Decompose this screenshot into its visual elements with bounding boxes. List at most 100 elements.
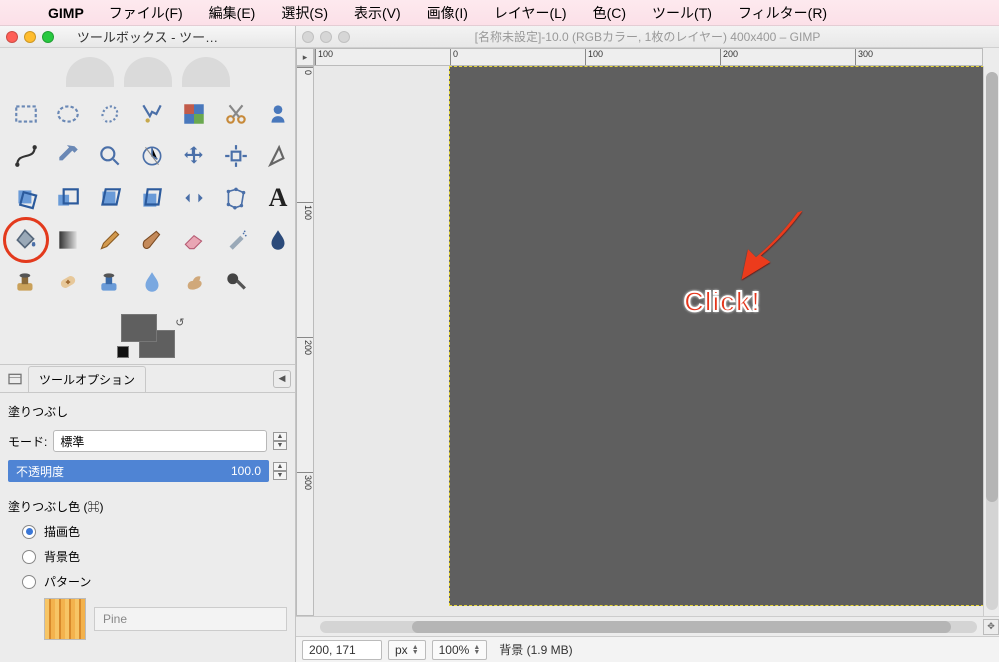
menu-file[interactable]: ファイル(F) bbox=[96, 3, 196, 23]
tool-header-decoration bbox=[0, 48, 295, 90]
tool-pencil[interactable] bbox=[90, 220, 130, 260]
zoom-select[interactable]: 100% ▲▼ bbox=[432, 640, 488, 660]
tool-crop[interactable] bbox=[258, 136, 298, 176]
tab-menu-icon[interactable]: ◀ bbox=[273, 370, 291, 388]
tool-paths[interactable] bbox=[6, 136, 46, 176]
tool-options-pane: ツールオプション ◀ 塗りつぶし モード: 標準 ▲▼ 不透明度 100.0 bbox=[0, 364, 295, 662]
tool-options-tab[interactable]: ツールオプション bbox=[28, 366, 146, 392]
tool-ellipse-select[interactable] bbox=[48, 94, 88, 134]
radio-fg-color[interactable]: 描画色 bbox=[8, 519, 287, 544]
toolbox-title: ツールボックス - ツー… bbox=[77, 27, 218, 46]
radio-bg-label: 背景色 bbox=[44, 548, 80, 565]
canvas-viewport[interactable]: Click! bbox=[314, 66, 983, 616]
tool-airbrush[interactable] bbox=[216, 220, 256, 260]
close-icon[interactable] bbox=[6, 31, 18, 43]
menubar-app-name[interactable]: GIMP bbox=[36, 5, 96, 21]
minimize-icon[interactable] bbox=[24, 31, 36, 43]
mode-label: モード: bbox=[8, 433, 47, 450]
tool-fuzzy-select[interactable] bbox=[132, 94, 172, 134]
tool-grid: A bbox=[0, 90, 295, 308]
tool-dodge[interactable] bbox=[216, 262, 256, 302]
tool-move[interactable] bbox=[174, 136, 214, 176]
opacity-slider[interactable]: 不透明度 100.0 bbox=[8, 460, 269, 482]
menu-image[interactable]: 画像(I) bbox=[414, 3, 481, 23]
units-value: px bbox=[395, 643, 408, 657]
mode-stepper[interactable]: ▲▼ bbox=[273, 432, 287, 450]
radio-fg-label: 描画色 bbox=[44, 523, 80, 540]
tool-options-icon[interactable] bbox=[4, 368, 26, 390]
pattern-swatch[interactable] bbox=[44, 598, 86, 640]
image-titlebar[interactable]: [名称未設定]-10.0 (RGBカラー, 1枚のレイヤー) 400x400 –… bbox=[296, 26, 999, 48]
radio-pattern-label: パターン bbox=[44, 573, 91, 590]
menu-layer[interactable]: レイヤー(L) bbox=[481, 3, 580, 23]
canvas[interactable] bbox=[449, 66, 983, 606]
opacity-stepper[interactable]: ▲▼ bbox=[273, 462, 287, 480]
opacity-label: 不透明度 bbox=[16, 463, 64, 480]
tool-perspective[interactable] bbox=[132, 178, 172, 218]
navigation-icon[interactable]: ✥ bbox=[983, 619, 999, 635]
tool-color-picker[interactable] bbox=[48, 136, 88, 176]
menu-tools[interactable]: ツール(T) bbox=[639, 3, 725, 23]
tool-text[interactable]: A bbox=[258, 178, 298, 218]
ruler-origin-icon[interactable]: ▸ bbox=[296, 48, 314, 66]
menu-edit[interactable]: 編集(E) bbox=[196, 3, 269, 23]
tool-perspective-clone[interactable] bbox=[90, 262, 130, 302]
traffic-lights bbox=[6, 31, 54, 43]
menubar: GIMP ファイル(F) 編集(E) 選択(S) 表示(V) 画像(I) レイヤ… bbox=[0, 0, 999, 26]
vertical-ruler[interactable]: 0100200300 bbox=[296, 66, 314, 616]
tool-zoom[interactable] bbox=[90, 136, 130, 176]
menu-filters[interactable]: フィルター(R) bbox=[725, 3, 840, 23]
tool-align[interactable] bbox=[216, 136, 256, 176]
zoom-icon[interactable] bbox=[42, 31, 54, 43]
tool-measure[interactable] bbox=[132, 136, 172, 176]
menu-select[interactable]: 選択(S) bbox=[268, 3, 341, 23]
tool-rectangle-select[interactable] bbox=[6, 94, 46, 134]
traffic-lights bbox=[302, 31, 350, 43]
tool-flip[interactable] bbox=[174, 178, 214, 218]
tool-bucket-fill[interactable] bbox=[6, 220, 46, 260]
tool-by-color-select[interactable] bbox=[174, 94, 214, 134]
horizontal-scrollbar[interactable] bbox=[320, 621, 977, 633]
tool-blend[interactable] bbox=[48, 220, 88, 260]
toolbox-titlebar[interactable]: ツールボックス - ツー… bbox=[0, 26, 295, 48]
radio-icon bbox=[22, 525, 36, 539]
tool-shear[interactable] bbox=[90, 178, 130, 218]
tool-foreground-select[interactable] bbox=[258, 94, 298, 134]
zoom-icon[interactable] bbox=[338, 31, 350, 43]
fill-type-label: 塗りつぶし色 (⌘) bbox=[8, 490, 287, 519]
mode-value: 標準 bbox=[60, 433, 84, 450]
vertical-scrollbar[interactable] bbox=[983, 66, 999, 616]
tool-paintbrush[interactable] bbox=[132, 220, 172, 260]
color-swatches: ↺ bbox=[0, 308, 295, 364]
tool-rotate[interactable] bbox=[6, 178, 46, 218]
menu-view[interactable]: 表示(V) bbox=[341, 3, 414, 23]
horizontal-ruler[interactable]: 1000100200300400 bbox=[314, 48, 983, 66]
radio-icon bbox=[22, 550, 36, 564]
units-select[interactable]: px ▲▼ bbox=[388, 640, 426, 660]
layer-info-text: 背景 (1.9 MB) bbox=[499, 641, 572, 658]
zoom-value: 100% bbox=[439, 643, 470, 657]
tool-eraser[interactable] bbox=[174, 220, 214, 260]
menu-color[interactable]: 色(C) bbox=[580, 3, 639, 23]
minimize-icon[interactable] bbox=[320, 31, 332, 43]
default-colors-icon[interactable] bbox=[117, 346, 129, 358]
tool-scissors[interactable] bbox=[216, 94, 256, 134]
pattern-name-text: Pine bbox=[103, 612, 127, 626]
tool-clone[interactable] bbox=[6, 262, 46, 302]
tool-smudge[interactable] bbox=[174, 262, 214, 302]
tool-blur[interactable] bbox=[132, 262, 172, 302]
swap-colors-icon[interactable]: ↺ bbox=[175, 316, 184, 329]
mode-select[interactable]: 標準 bbox=[53, 430, 267, 452]
image-window: [名称未設定]-10.0 (RGBカラー, 1枚のレイヤー) 400x400 –… bbox=[296, 26, 999, 662]
close-icon[interactable] bbox=[302, 31, 314, 43]
tool-heal[interactable] bbox=[48, 262, 88, 302]
tool-free-select[interactable] bbox=[90, 94, 130, 134]
tool-scale[interactable] bbox=[48, 178, 88, 218]
pattern-name-field: Pine bbox=[94, 607, 287, 631]
radio-bg-color[interactable]: 背景色 bbox=[8, 544, 287, 569]
radio-pattern[interactable]: パターン bbox=[8, 569, 287, 594]
tool-ink[interactable] bbox=[258, 220, 298, 260]
tool-cage[interactable] bbox=[216, 178, 256, 218]
options-title: 塗りつぶし bbox=[8, 399, 287, 426]
foreground-color-swatch[interactable] bbox=[121, 314, 157, 342]
